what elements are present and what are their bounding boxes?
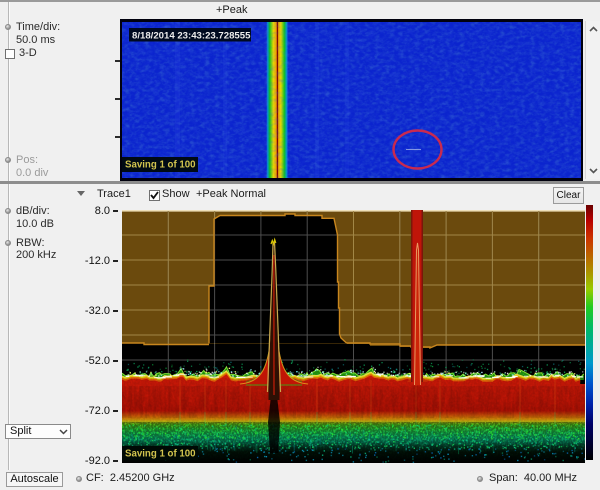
svg-text:8/18/2014 23:43:23.728555: 8/18/2014 23:43:23.728555	[132, 30, 251, 41]
svg-text:Saving 1 of 100: Saving 1 of 100	[125, 160, 196, 171]
svg-text:Saving 1 of 100: Saving 1 of 100	[125, 449, 196, 460]
